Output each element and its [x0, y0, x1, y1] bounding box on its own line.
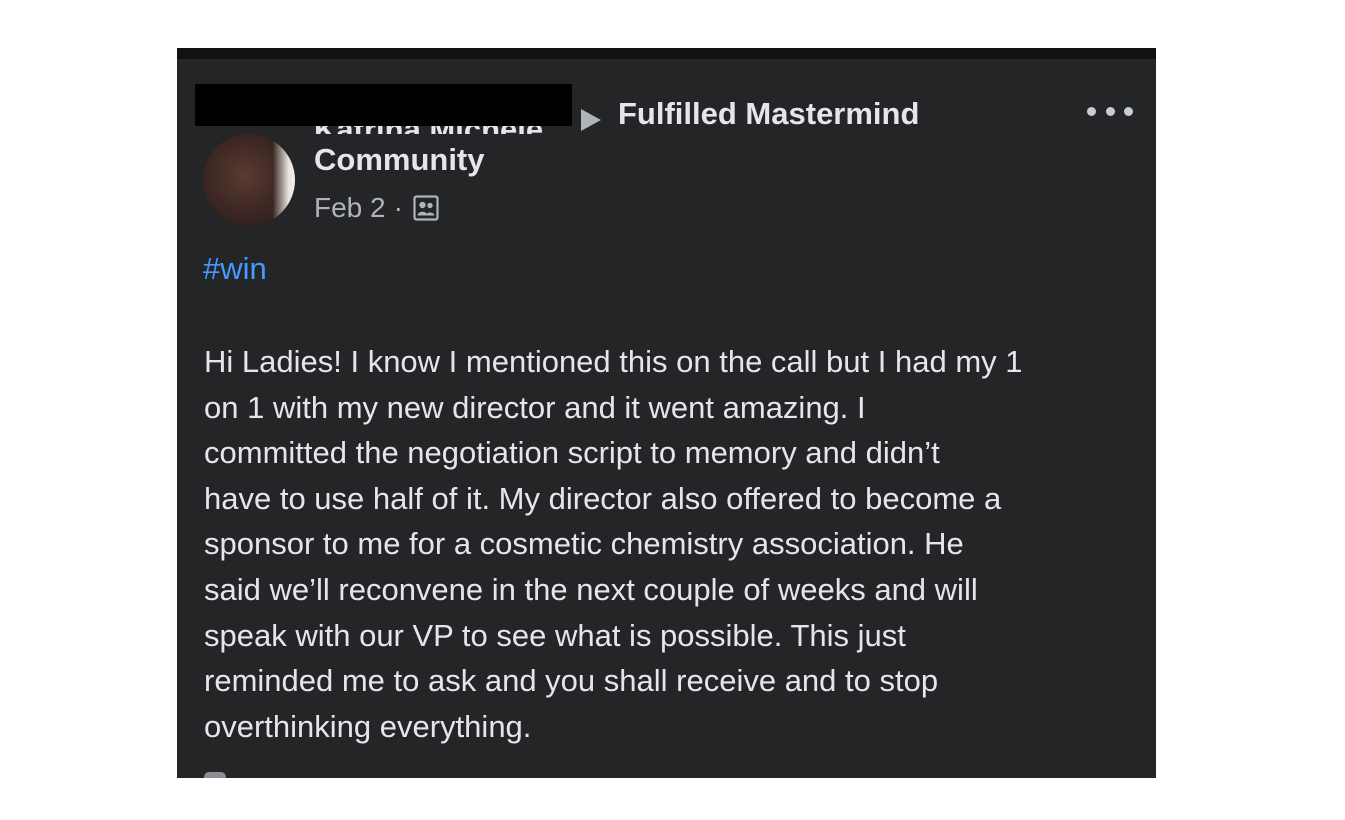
- author-name[interactable]: Katrina Michele: [314, 126, 564, 134]
- group-name-link-continued[interactable]: Community: [314, 142, 485, 178]
- post-body-line: on 1 with my new director and it went am…: [204, 389, 866, 425]
- post-card: Katrina Michele Fulfilled Mastermind Com…: [177, 48, 1156, 778]
- post-body-line: Hi Ladies! I know I mentioned this on th…: [204, 344, 1023, 379]
- right-arrow-icon: [581, 109, 601, 131]
- post-body-line: said we’ll reconvene in the next couple …: [204, 571, 978, 607]
- post-body-line: overthinking everything.: [204, 708, 532, 744]
- author-name-text: Katrina Michele: [314, 126, 564, 134]
- post-body-line: sponsor to me for a cosmetic chemistry a…: [204, 526, 964, 562]
- dot: [1124, 106, 1133, 116]
- card-top-edge: [177, 48, 1156, 59]
- post-meta: Feb 2 ·: [314, 192, 439, 224]
- post-body-line: speak with our VP to see what is possibl…: [204, 617, 906, 653]
- dot: [1087, 106, 1096, 116]
- post-body-line: reminded me to ask and you shall receive…: [204, 663, 939, 699]
- redaction-box: [195, 84, 572, 126]
- more-options-icon[interactable]: [1087, 100, 1133, 122]
- group-name-link[interactable]: Fulfilled Mastermind: [618, 96, 919, 132]
- screenshot-canvas: Katrina Michele Fulfilled Mastermind Com…: [0, 0, 1345, 820]
- post-body-line: have to use half of it. My director also…: [204, 480, 1002, 516]
- meta-separator: ·: [393, 192, 403, 223]
- hashtag-link[interactable]: #win: [203, 251, 267, 287]
- group-members-icon: [413, 195, 439, 221]
- post-body: Hi Ladies! I know I mentioned this on th…: [204, 339, 1139, 749]
- author-avatar[interactable]: [203, 134, 295, 226]
- post-date[interactable]: Feb 2: [314, 192, 386, 224]
- post-body-line: committed the negotiation script to memo…: [204, 435, 940, 471]
- avatar-image-detail: [273, 134, 295, 226]
- dot: [1105, 106, 1115, 116]
- reaction-icon: [204, 772, 226, 778]
